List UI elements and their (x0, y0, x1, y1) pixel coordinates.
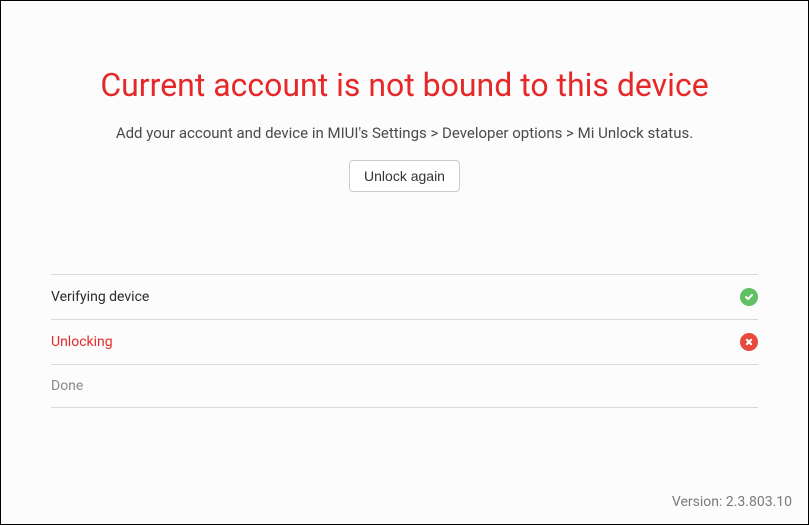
main-container: Current account is not bound to this dev… (1, 1, 808, 524)
step-label: Unlocking (51, 334, 113, 350)
instruction-text: Add your account and device in MIUI's Se… (51, 124, 758, 142)
check-circle-icon (740, 288, 758, 306)
step-unlocking: Unlocking (51, 319, 758, 364)
version-label: Version: 2.3.803.10 (672, 494, 792, 510)
button-wrap: Unlock again (51, 160, 758, 192)
step-label: Done (51, 378, 83, 394)
unlock-again-button[interactable]: Unlock again (349, 160, 460, 192)
progress-steps: Verifying device Unlocking Done (51, 274, 758, 408)
step-label: Verifying device (51, 289, 149, 305)
error-title: Current account is not bound to this dev… (51, 66, 758, 104)
step-done: Done (51, 364, 758, 408)
x-circle-icon (740, 333, 758, 351)
step-verifying: Verifying device (51, 274, 758, 319)
